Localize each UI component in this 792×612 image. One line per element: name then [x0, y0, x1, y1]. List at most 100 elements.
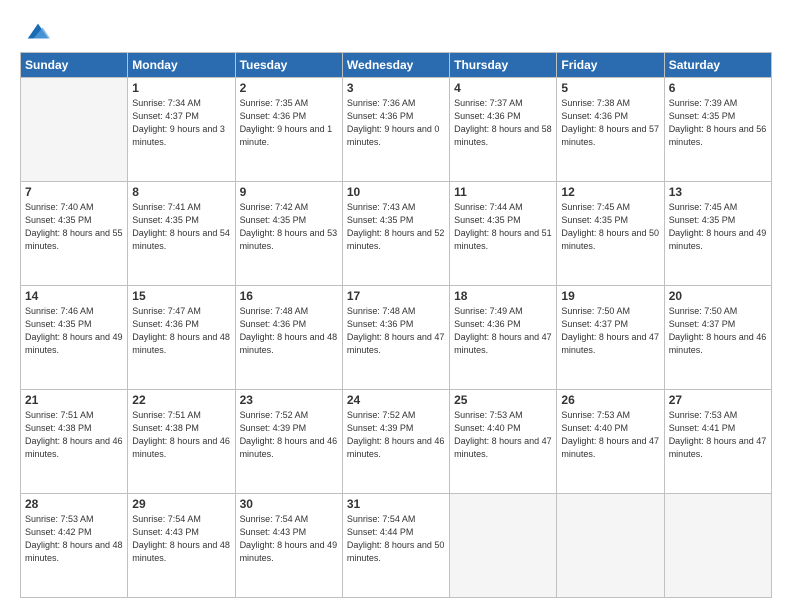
- calendar-cell: 3Sunrise: 7:36 AMSunset: 4:36 PMDaylight…: [342, 78, 449, 182]
- day-number: 9: [240, 185, 338, 199]
- weekday-header-tuesday: Tuesday: [235, 53, 342, 78]
- day-number: 15: [132, 289, 230, 303]
- week-row-3: 14 Sunrise: 7:46 AMSunset: 4:35 PMDayligh…: [21, 286, 772, 390]
- day-info: Sunrise: 7:45 AMSunset: 4:35 PMDaylight:…: [561, 201, 659, 253]
- day-info: Sunrise: 7:53 AMSunset: 4:42 PMDaylight:…: [25, 513, 123, 565]
- calendar-cell: 31 Sunrise: 7:54 AMSunset: 4:44 PMDayligh…: [342, 494, 449, 598]
- day-number: 21: [25, 393, 123, 407]
- day-info: Sunrise: 7:54 AMSunset: 4:43 PMDaylight:…: [132, 513, 230, 565]
- calendar-cell: 18 Sunrise: 7:49 AMSunset: 4:36 PMDayligh…: [450, 286, 557, 390]
- calendar-cell: 28 Sunrise: 7:53 AMSunset: 4:42 PMDayligh…: [21, 494, 128, 598]
- header: [20, 18, 772, 46]
- day-number: 7: [25, 185, 123, 199]
- calendar-cell: 20Sunrise: 7:50 AMSunset: 4:37 PMDayligh…: [664, 286, 771, 390]
- day-number: 22: [132, 393, 230, 407]
- day-number: 24: [347, 393, 445, 407]
- calendar-cell: 17Sunrise: 7:48 AMSunset: 4:36 PMDayligh…: [342, 286, 449, 390]
- day-info: Sunrise: 7:41 AMSunset: 4:35 PMDaylight:…: [132, 201, 230, 253]
- calendar-cell: 21 Sunrise: 7:51 AMSunset: 4:38 PMDayligh…: [21, 390, 128, 494]
- day-number: 1: [132, 81, 230, 95]
- day-info: Sunrise: 7:45 AMSunset: 4:35 PMDaylight:…: [669, 201, 767, 253]
- day-info: Sunrise: 7:50 AMSunset: 4:37 PMDaylight:…: [561, 305, 659, 357]
- day-number: 8: [132, 185, 230, 199]
- day-info: Sunrise: 7:44 AMSunset: 4:35 PMDaylight:…: [454, 201, 552, 253]
- calendar-cell: 1 Sunrise: 7:34 AMSunset: 4:37 PMDaylight…: [128, 78, 235, 182]
- day-info: Sunrise: 7:40 AMSunset: 4:35 PMDaylight:…: [25, 201, 123, 253]
- day-number: 3: [347, 81, 445, 95]
- calendar-cell: 26Sunrise: 7:53 AMSunset: 4:40 PMDayligh…: [557, 390, 664, 494]
- calendar-cell: 13 Sunrise: 7:45 AMSunset: 4:35 PMDayligh…: [664, 182, 771, 286]
- calendar-cell: 29 Sunrise: 7:54 AMSunset: 4:43 PMDayligh…: [128, 494, 235, 598]
- page: SundayMondayTuesdayWednesdayThursdayFrid…: [0, 0, 792, 612]
- calendar-cell: 4Sunrise: 7:37 AMSunset: 4:36 PMDaylight…: [450, 78, 557, 182]
- day-info: Sunrise: 7:47 AMSunset: 4:36 PMDaylight:…: [132, 305, 230, 357]
- day-number: 10: [347, 185, 445, 199]
- day-info: Sunrise: 7:53 AMSunset: 4:40 PMDaylight:…: [454, 409, 552, 461]
- weekday-header-row: SundayMondayTuesdayWednesdayThursdayFrid…: [21, 53, 772, 78]
- day-info: Sunrise: 7:46 AMSunset: 4:35 PMDaylight:…: [25, 305, 123, 357]
- day-info: Sunrise: 7:50 AMSunset: 4:37 PMDaylight:…: [669, 305, 767, 357]
- day-info: Sunrise: 7:48 AMSunset: 4:36 PMDaylight:…: [240, 305, 338, 357]
- day-info: Sunrise: 7:48 AMSunset: 4:36 PMDaylight:…: [347, 305, 445, 357]
- calendar-cell: 14 Sunrise: 7:46 AMSunset: 4:35 PMDayligh…: [21, 286, 128, 390]
- day-number: 13: [669, 185, 767, 199]
- day-number: 28: [25, 497, 123, 511]
- day-number: 27: [669, 393, 767, 407]
- day-number: 5: [561, 81, 659, 95]
- week-row-5: 28 Sunrise: 7:53 AMSunset: 4:42 PMDayligh…: [21, 494, 772, 598]
- day-number: 18: [454, 289, 552, 303]
- weekday-header-wednesday: Wednesday: [342, 53, 449, 78]
- logo-icon: [24, 18, 52, 46]
- weekday-header-saturday: Saturday: [664, 53, 771, 78]
- day-info: Sunrise: 7:49 AMSunset: 4:36 PMDaylight:…: [454, 305, 552, 357]
- day-info: Sunrise: 7:39 AMSunset: 4:35 PMDaylight:…: [669, 97, 767, 149]
- day-info: Sunrise: 7:43 AMSunset: 4:35 PMDaylight:…: [347, 201, 445, 253]
- day-info: Sunrise: 7:52 AMSunset: 4:39 PMDaylight:…: [240, 409, 338, 461]
- day-info: Sunrise: 7:37 AMSunset: 4:36 PMDaylight:…: [454, 97, 552, 149]
- calendar-cell: [557, 494, 664, 598]
- day-info: Sunrise: 7:51 AMSunset: 4:38 PMDaylight:…: [25, 409, 123, 461]
- day-info: Sunrise: 7:34 AMSunset: 4:37 PMDaylight:…: [132, 97, 230, 149]
- day-info: Sunrise: 7:51 AMSunset: 4:38 PMDaylight:…: [132, 409, 230, 461]
- week-row-1: 1 Sunrise: 7:34 AMSunset: 4:37 PMDaylight…: [21, 78, 772, 182]
- calendar-cell: 8 Sunrise: 7:41 AMSunset: 4:35 PMDaylight…: [128, 182, 235, 286]
- day-info: Sunrise: 7:53 AMSunset: 4:40 PMDaylight:…: [561, 409, 659, 461]
- day-number: 6: [669, 81, 767, 95]
- week-row-4: 21 Sunrise: 7:51 AMSunset: 4:38 PMDayligh…: [21, 390, 772, 494]
- day-number: 14: [25, 289, 123, 303]
- logo: [20, 18, 52, 46]
- calendar-cell: 23Sunrise: 7:52 AMSunset: 4:39 PMDayligh…: [235, 390, 342, 494]
- day-number: 29: [132, 497, 230, 511]
- calendar-cell: 7 Sunrise: 7:40 AMSunset: 4:35 PMDaylight…: [21, 182, 128, 286]
- calendar-cell: 22 Sunrise: 7:51 AMSunset: 4:38 PMDayligh…: [128, 390, 235, 494]
- calendar-cell: 30Sunrise: 7:54 AMSunset: 4:43 PMDayligh…: [235, 494, 342, 598]
- calendar-cell: 27 Sunrise: 7:53 AMSunset: 4:41 PMDayligh…: [664, 390, 771, 494]
- day-number: 25: [454, 393, 552, 407]
- weekday-header-thursday: Thursday: [450, 53, 557, 78]
- calendar-cell: 6 Sunrise: 7:39 AMSunset: 4:35 PMDaylight…: [664, 78, 771, 182]
- day-number: 31: [347, 497, 445, 511]
- weekday-header-sunday: Sunday: [21, 53, 128, 78]
- week-row-2: 7 Sunrise: 7:40 AMSunset: 4:35 PMDaylight…: [21, 182, 772, 286]
- day-info: Sunrise: 7:38 AMSunset: 4:36 PMDaylight:…: [561, 97, 659, 149]
- day-info: Sunrise: 7:53 AMSunset: 4:41 PMDaylight:…: [669, 409, 767, 461]
- calendar-cell: 12 Sunrise: 7:45 AMSunset: 4:35 PMDayligh…: [557, 182, 664, 286]
- calendar-cell: 24 Sunrise: 7:52 AMSunset: 4:39 PMDayligh…: [342, 390, 449, 494]
- calendar-cell: [664, 494, 771, 598]
- calendar-cell: 19Sunrise: 7:50 AMSunset: 4:37 PMDayligh…: [557, 286, 664, 390]
- day-number: 12: [561, 185, 659, 199]
- weekday-header-friday: Friday: [557, 53, 664, 78]
- day-info: Sunrise: 7:42 AMSunset: 4:35 PMDaylight:…: [240, 201, 338, 253]
- day-number: 11: [454, 185, 552, 199]
- calendar-cell: 11 Sunrise: 7:44 AMSunset: 4:35 PMDayligh…: [450, 182, 557, 286]
- calendar-cell: 25 Sunrise: 7:53 AMSunset: 4:40 PMDayligh…: [450, 390, 557, 494]
- day-number: 2: [240, 81, 338, 95]
- calendar-cell: 15 Sunrise: 7:47 AMSunset: 4:36 PMDayligh…: [128, 286, 235, 390]
- day-number: 30: [240, 497, 338, 511]
- weekday-header-monday: Monday: [128, 53, 235, 78]
- day-number: 16: [240, 289, 338, 303]
- calendar-cell: 2Sunrise: 7:35 AMSunset: 4:36 PMDaylight…: [235, 78, 342, 182]
- day-info: Sunrise: 7:52 AMSunset: 4:39 PMDaylight:…: [347, 409, 445, 461]
- day-info: Sunrise: 7:54 AMSunset: 4:44 PMDaylight:…: [347, 513, 445, 565]
- calendar-cell: 9 Sunrise: 7:42 AMSunset: 4:35 PMDaylight…: [235, 182, 342, 286]
